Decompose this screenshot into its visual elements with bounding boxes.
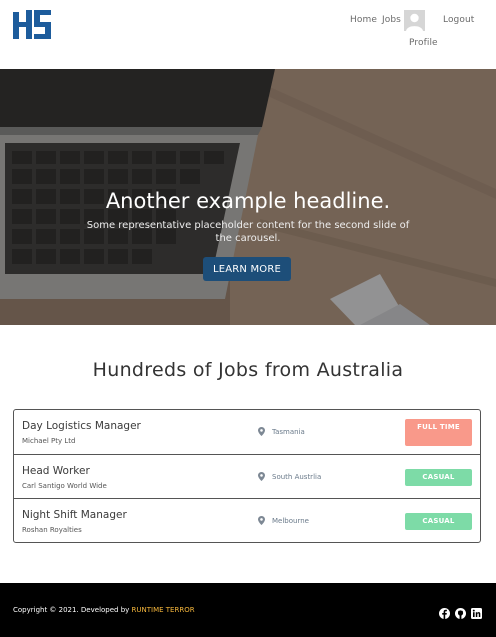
- location-pin-icon: [258, 427, 265, 436]
- developer-brand-link[interactable]: RUNTIME TERROR: [132, 606, 195, 614]
- job-title[interactable]: Night Shift Manager: [22, 509, 127, 521]
- job-row[interactable]: Day Logistics Manager Michael Pty Ltd Ta…: [14, 410, 480, 454]
- job-company: Carl Santigo World Wide: [22, 482, 107, 490]
- user-placeholder-icon: [404, 10, 425, 31]
- nav-home-link[interactable]: Home: [350, 15, 377, 25]
- avatar[interactable]: [404, 10, 425, 31]
- job-company: Michael Pty Ltd: [22, 437, 76, 445]
- job-type-badge: CASUAL: [405, 469, 472, 486]
- job-title[interactable]: Head Worker: [22, 465, 90, 477]
- job-row[interactable]: Night Shift Manager Roshan Royalties Mel…: [14, 498, 480, 542]
- location-pin-icon: [258, 516, 265, 525]
- job-location: South Austrlia: [272, 473, 322, 481]
- job-company: Roshan Royalties: [22, 526, 82, 534]
- job-location: Melbourne: [272, 517, 309, 525]
- facebook-icon[interactable]: [439, 608, 450, 619]
- job-title[interactable]: Day Logistics Manager: [22, 420, 141, 432]
- job-type-badge: FULL TIME: [405, 419, 472, 446]
- hero-description: Some representative placeholder content …: [86, 220, 410, 244]
- footer: Copyright © 2021. Developed by RUNTIME T…: [0, 583, 496, 637]
- hero-headline: Another example headline.: [105, 189, 391, 213]
- learn-more-button[interactable]: LEARN MORE: [203, 257, 291, 281]
- jobs-list: Day Logistics Manager Michael Pty Ltd Ta…: [13, 409, 481, 543]
- navbar: Home Jobs Profile Logout: [0, 0, 496, 69]
- linkedin-icon[interactable]: [471, 608, 482, 619]
- location-pin-icon: [258, 472, 265, 481]
- nav-jobs-link[interactable]: Jobs: [382, 15, 401, 25]
- nav-logout-link[interactable]: Logout: [443, 15, 474, 25]
- logo-mark: [13, 10, 51, 39]
- nav-profile-link[interactable]: Profile: [409, 38, 438, 48]
- job-type-badge: CASUAL: [405, 513, 472, 530]
- github-icon[interactable]: [455, 608, 466, 619]
- job-location: Tasmania: [272, 428, 305, 436]
- logo[interactable]: [12, 9, 52, 41]
- job-row[interactable]: Head Worker Carl Santigo World Wide Sout…: [14, 454, 480, 498]
- hero-carousel: Another example headline. Some represent…: [0, 69, 496, 325]
- copyright-text: Copyright © 2021. Developed by RUNTIME T…: [13, 606, 195, 614]
- jobs-section-title: Hundreds of Jobs from Australia: [92, 359, 404, 381]
- copyright-prefix: Copyright © 2021. Developed by: [13, 606, 130, 614]
